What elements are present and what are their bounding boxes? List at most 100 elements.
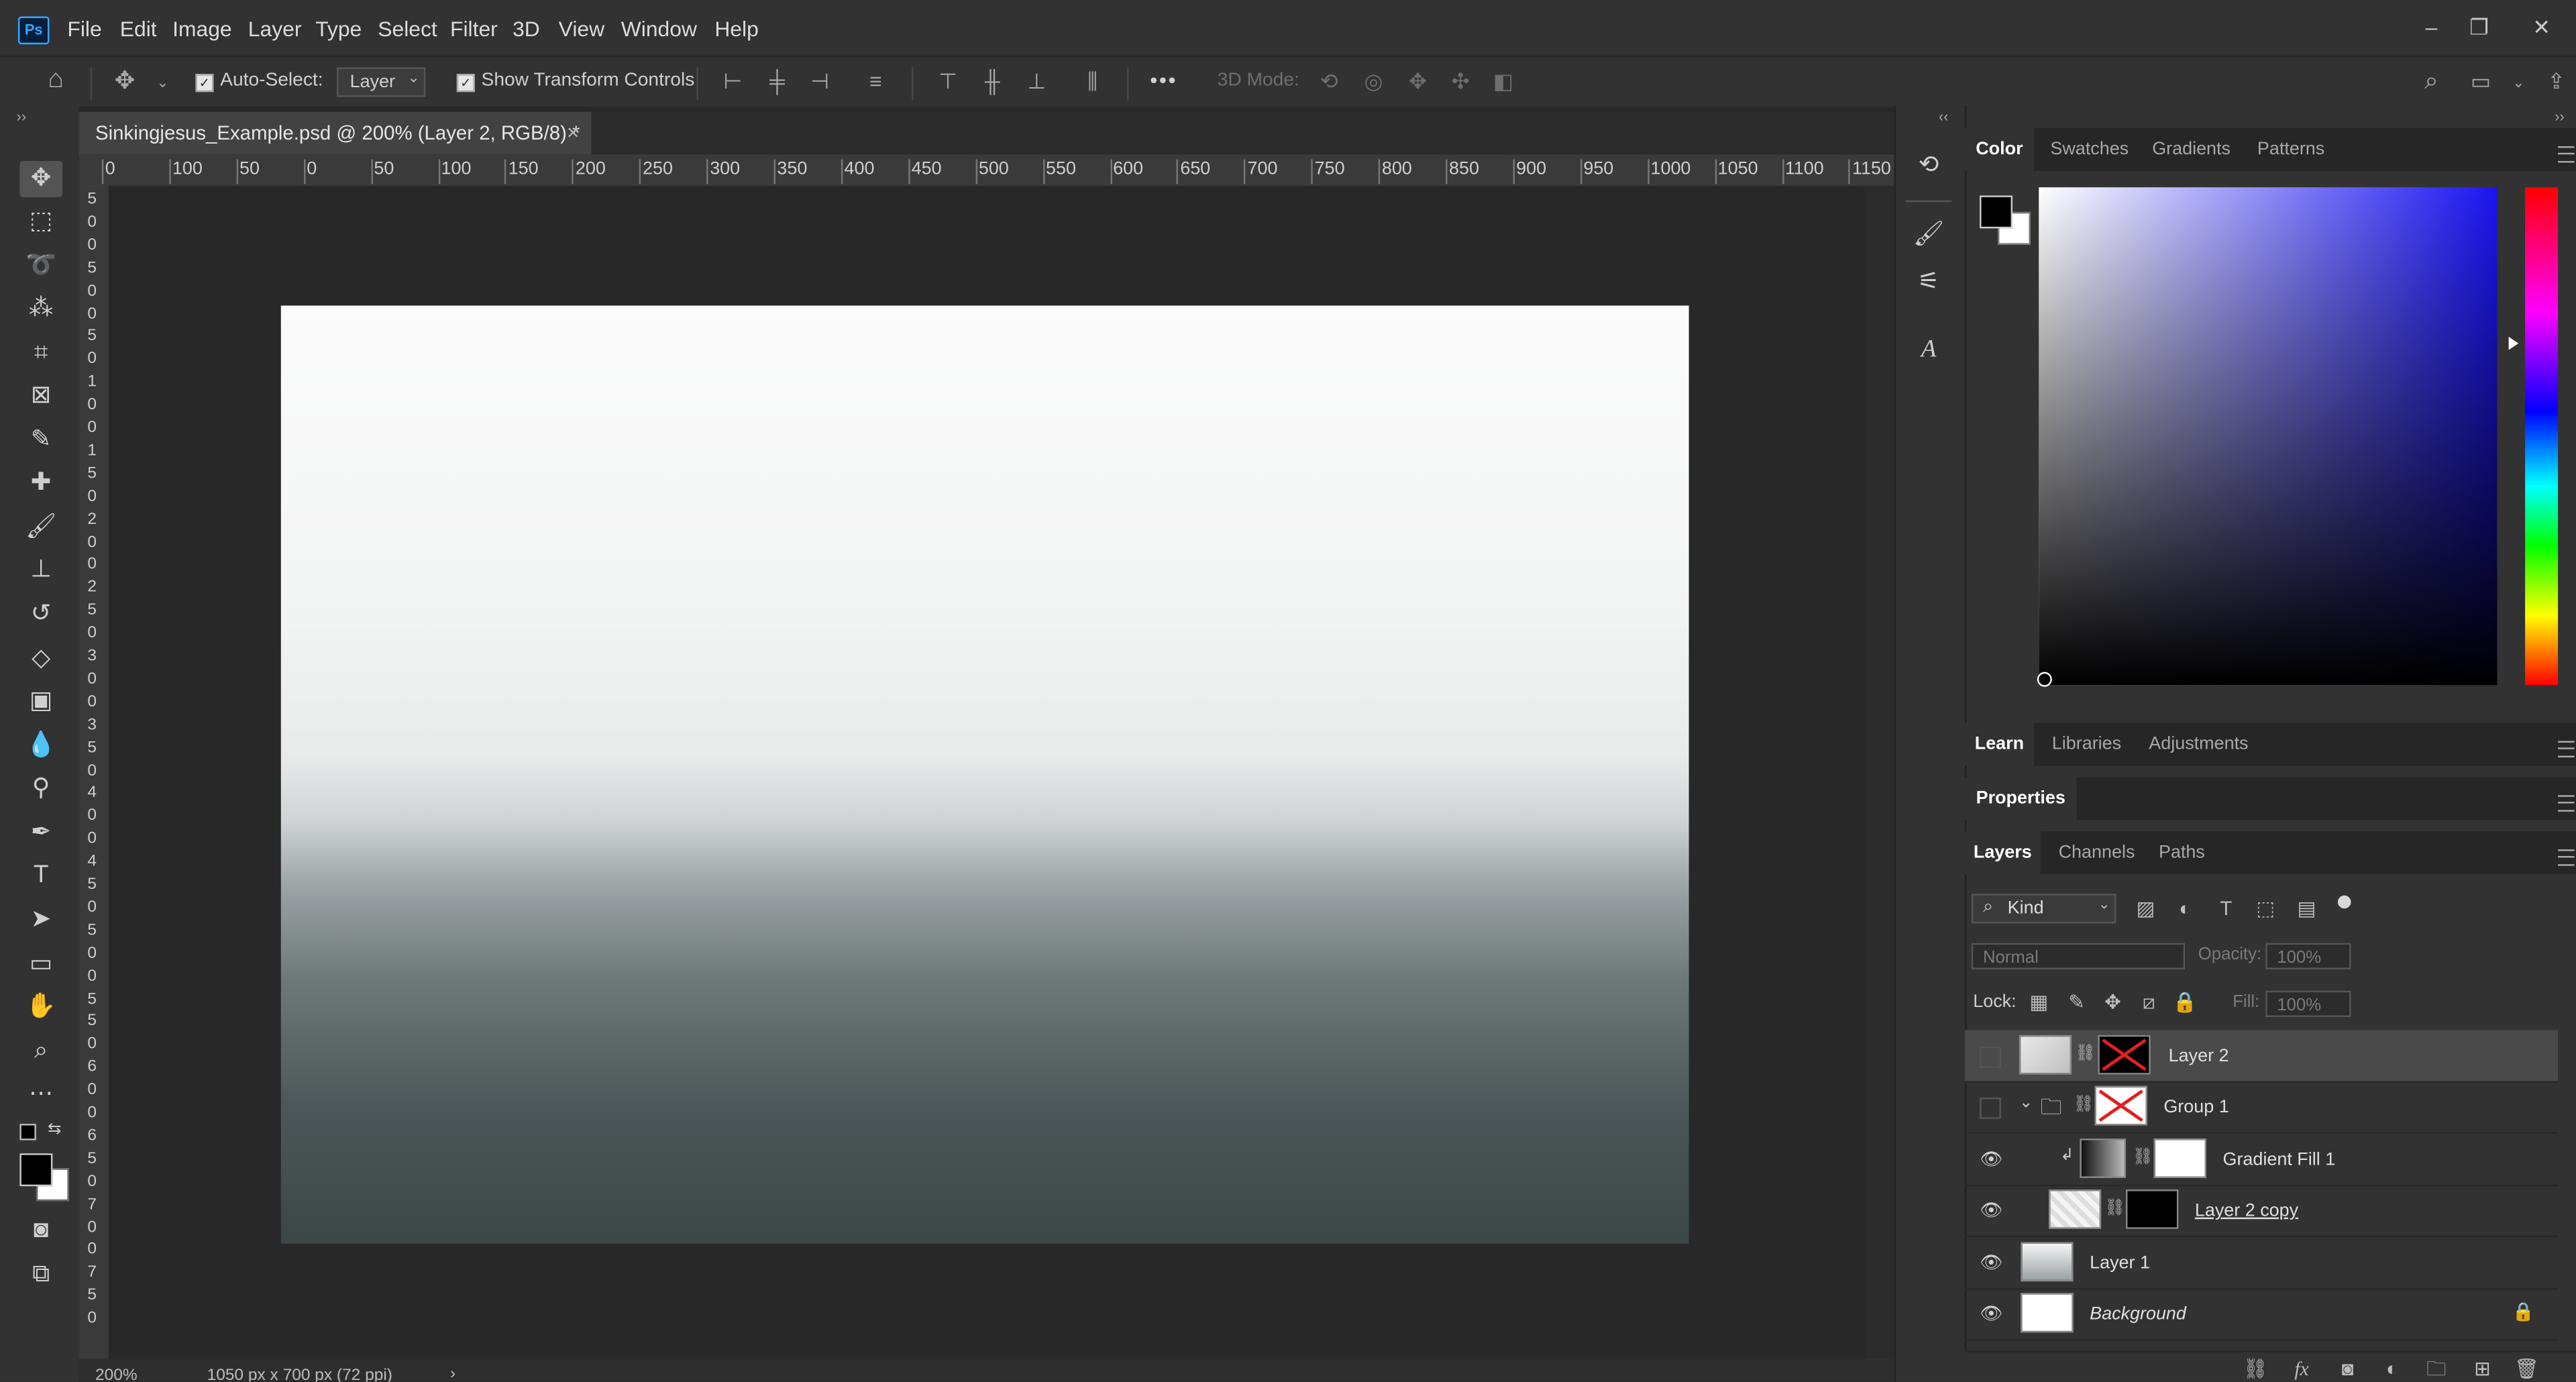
more-options-button[interactable]: ••• [1150,67,1177,92]
lasso-tool-icon[interactable]: ➰ [19,248,62,284]
collapse-dock-icon[interactable]: ‹‹ [1939,109,1949,125]
layer-row[interactable]: ⌄ 🗀 ⛓ Group 1 [1965,1081,2559,1134]
home-icon[interactable]: ⌂ [41,66,70,95]
link-icon[interactable]: ⛓ [2075,1045,2096,1063]
tab-layers[interactable]: Layers [1965,831,2041,874]
blend-mode-dropdown[interactable]: Normal [1971,943,2186,969]
foreground-color-swatch[interactable] [19,1153,53,1187]
tab-color[interactable]: Color [1965,128,2034,171]
color-picker-cursor[interactable] [2037,672,2052,687]
lock-artboard-icon[interactable]: ⧄ [2136,989,2162,1015]
tab-patterns[interactable]: Patterns [2257,128,2324,171]
path-selection-icon[interactable]: ➤ [19,902,62,939]
tab-gradients[interactable]: Gradients [2152,128,2231,171]
tab-channels[interactable]: Channels [2059,831,2135,874]
pen-tool-icon[interactable]: ✒ [19,815,62,851]
tab-adjustments[interactable]: Adjustments [2149,723,2248,766]
panel-menu-icon[interactable] [2558,741,2575,757]
align-center-icon[interactable]: ╪ [762,67,792,97]
move-tool-icon[interactable]: ✥ [19,161,63,197]
close-window-button[interactable]: ✕ [2525,13,2558,43]
lock-brush-icon[interactable]: ✎ [2063,989,2090,1015]
more-tools-icon[interactable]: ⋯ [19,1076,62,1112]
type-tool-icon[interactable]: T [19,857,62,894]
search-icon[interactable]: ⌕ [2416,67,2446,97]
filter-smart-object-icon[interactable]: ▤ [2294,896,2320,922]
panel-menu-icon[interactable] [2558,146,2575,163]
camera-3d-icon[interactable]: ◧ [1489,67,1518,97]
swap-colors-icon[interactable]: ⇆ [48,1120,62,1138]
filter-pixel-icon[interactable]: ▨ [2133,896,2159,922]
menu-window[interactable]: Window [621,0,697,56]
vertical-scrollbar[interactable] [1864,185,1894,1359]
menu-help[interactable]: Help [714,0,759,56]
eye-icon[interactable]: 👁 [1980,1151,2002,1169]
gradient-tool-icon[interactable]: ▣ [19,684,62,720]
align-right-icon[interactable]: ⊣ [805,67,835,97]
info-arrow-icon[interactable]: › [450,1365,455,1381]
zoom-level[interactable]: 200% [95,1367,138,1382]
adjustment-icon[interactable]: ◐ [2379,1355,2405,1381]
filter-type-icon[interactable]: T [2213,896,2239,922]
history-brush-icon[interactable]: ↺ [19,596,62,633]
marquee-tool-icon[interactable]: ⬚ [19,204,62,240]
toolbar-expand-icon[interactable]: ›› [16,109,26,125]
layer-row[interactable]: 👁 Background 🔒 [1965,1288,2559,1341]
slide-3d-icon[interactable]: ✣ [1446,67,1475,97]
opacity-field[interactable]: 100% [2265,943,2351,969]
eye-icon[interactable]: 👁 [1980,1306,2002,1324]
dodge-tool-icon[interactable]: ⚲ [19,771,62,807]
hue-slider-handle[interactable] [2508,337,2519,350]
menu-view[interactable]: View [559,0,604,56]
fx-icon[interactable]: fx [2288,1355,2314,1381]
restore-button[interactable]: ❐ [2463,13,2496,43]
minimize-button[interactable]: – [2415,13,2448,43]
tab-swatches[interactable]: Swatches [2050,128,2129,171]
auto-select-dropdown[interactable]: Layer ⌄ [337,67,426,97]
brush-settings-icon[interactable]: 🖌 [1911,217,1947,253]
close-tab-icon[interactable]: × [567,120,580,145]
filter-shape-icon[interactable]: ⬚ [2253,896,2279,922]
healing-brush-icon[interactable]: ✚ [19,465,62,501]
roll-3d-icon[interactable]: ◎ [1358,67,1388,97]
color-picker-field[interactable] [2039,187,2498,686]
filter-adjustment-icon[interactable]: ◐ [2172,896,2198,922]
menu-file[interactable]: File [67,0,101,56]
link-icon[interactable]: ⛓ [2243,1355,2269,1381]
align-left-icon[interactable]: ⊢ [718,67,747,97]
menu-select[interactable]: Select [378,0,437,56]
mask-icon[interactable]: ◙ [2334,1355,2361,1381]
blur-tool-icon[interactable]: 💧 [19,728,62,764]
layer-row[interactable]: 👁 ↲ ⛓ Gradient Fill 1 [1965,1134,2559,1187]
workspace-icon[interactable]: ▭ [2466,67,2496,97]
eye-icon[interactable]: 👁 [1980,1255,2002,1273]
visibility-toggle[interactable] [1980,1097,2001,1119]
adjustments-sliders-icon[interactable]: ⚟ [1911,264,1947,301]
tab-properties[interactable]: Properties [1965,777,2077,820]
zoom-tool-icon[interactable]: ⌕ [19,1033,62,1069]
eraser-tool-icon[interactable]: ◇ [19,641,62,677]
link-icon[interactable]: ⛓ [2133,1149,2153,1167]
layer-row[interactable]: ⛓ Layer 2 [1965,1030,2559,1083]
brush-tool-icon[interactable]: 🖌 [19,509,62,545]
stamp-tool-icon[interactable]: ⊥ [19,552,62,588]
share-icon[interactable]: ⇪ [2542,67,2571,97]
auto-select-checkbox[interactable]: ✓ [195,74,214,93]
layer-filter-kind-dropdown[interactable]: ⌕ Kind ⌄ [1971,894,2116,924]
menu-image[interactable]: Image [172,0,232,56]
history-panel-icon[interactable]: ⟲ [1911,148,1947,184]
align-bottom-icon[interactable]: ⊥ [1022,67,1051,97]
tab-libraries[interactable]: Libraries [2052,723,2121,766]
filter-toggle-icon[interactable] [2337,895,2351,909]
lock-all-icon[interactable]: 🔒 [2172,989,2198,1015]
orbit-3d-icon[interactable]: ⟲ [1314,67,1344,97]
lock-position-icon[interactable]: ✥ [2100,989,2126,1015]
align-middle-icon[interactable]: ╫ [977,67,1007,97]
eye-icon[interactable]: 👁 [1980,1202,2002,1220]
link-icon[interactable]: ⛓ [2074,1096,2094,1114]
distribute-vertical-icon[interactable]: ⫼ [1078,67,1108,97]
layer-row[interactable]: 👁 Layer 1 [1965,1237,2559,1290]
link-icon[interactable]: ⛓ [2104,1200,2125,1218]
menu-layer[interactable]: Layer [248,0,302,56]
frame-tool-icon[interactable]: ⊠ [19,378,62,414]
